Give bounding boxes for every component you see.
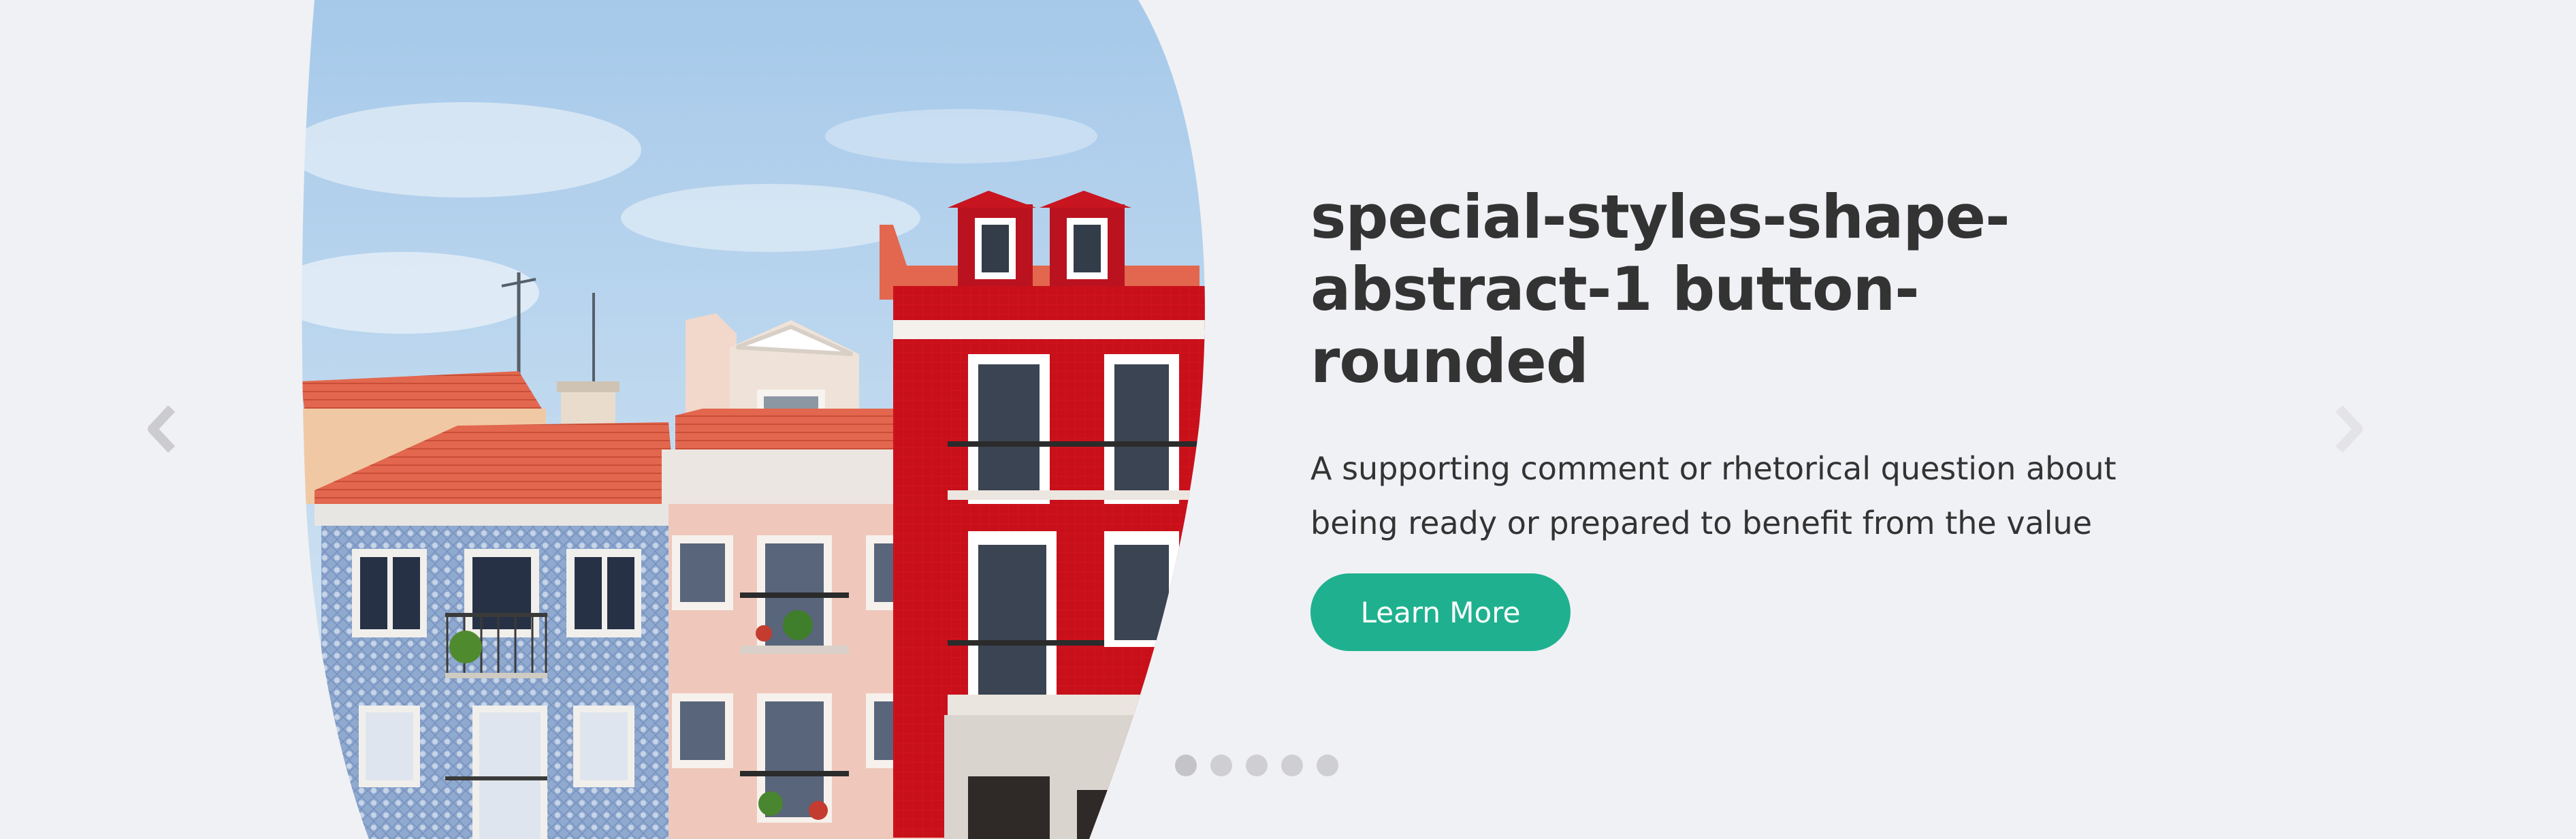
learn-more-button[interactable]: Learn More (1310, 573, 1571, 651)
pagination-dot-3[interactable] (1246, 755, 1268, 776)
chevron-right-icon (2335, 405, 2363, 453)
pagination-dot-2[interactable] (1210, 755, 1232, 776)
pagination-dot-1[interactable] (1175, 755, 1197, 776)
chevron-left-icon (148, 405, 176, 453)
slide-subtitle: A supporting comment or rhetorical quest… (1310, 450, 2116, 541)
pagination-dot-4[interactable] (1281, 755, 1303, 776)
pagination-dots (1175, 755, 1338, 776)
pagination-dot-5[interactable] (1317, 755, 1338, 776)
slide-title: special-styles-shape-abstract-1 button-r… (1310, 182, 2010, 396)
next-slide-button[interactable] (2327, 405, 2370, 454)
previous-slide-button[interactable] (140, 405, 184, 454)
townhouses-illustration (302, 0, 1205, 839)
hero-slider: special-styles-shape-abstract-1 button-r… (0, 0, 2576, 839)
slide-image (294, 0, 1210, 839)
slide-content: special-styles-shape-abstract-1 button-r… (1310, 181, 2209, 651)
